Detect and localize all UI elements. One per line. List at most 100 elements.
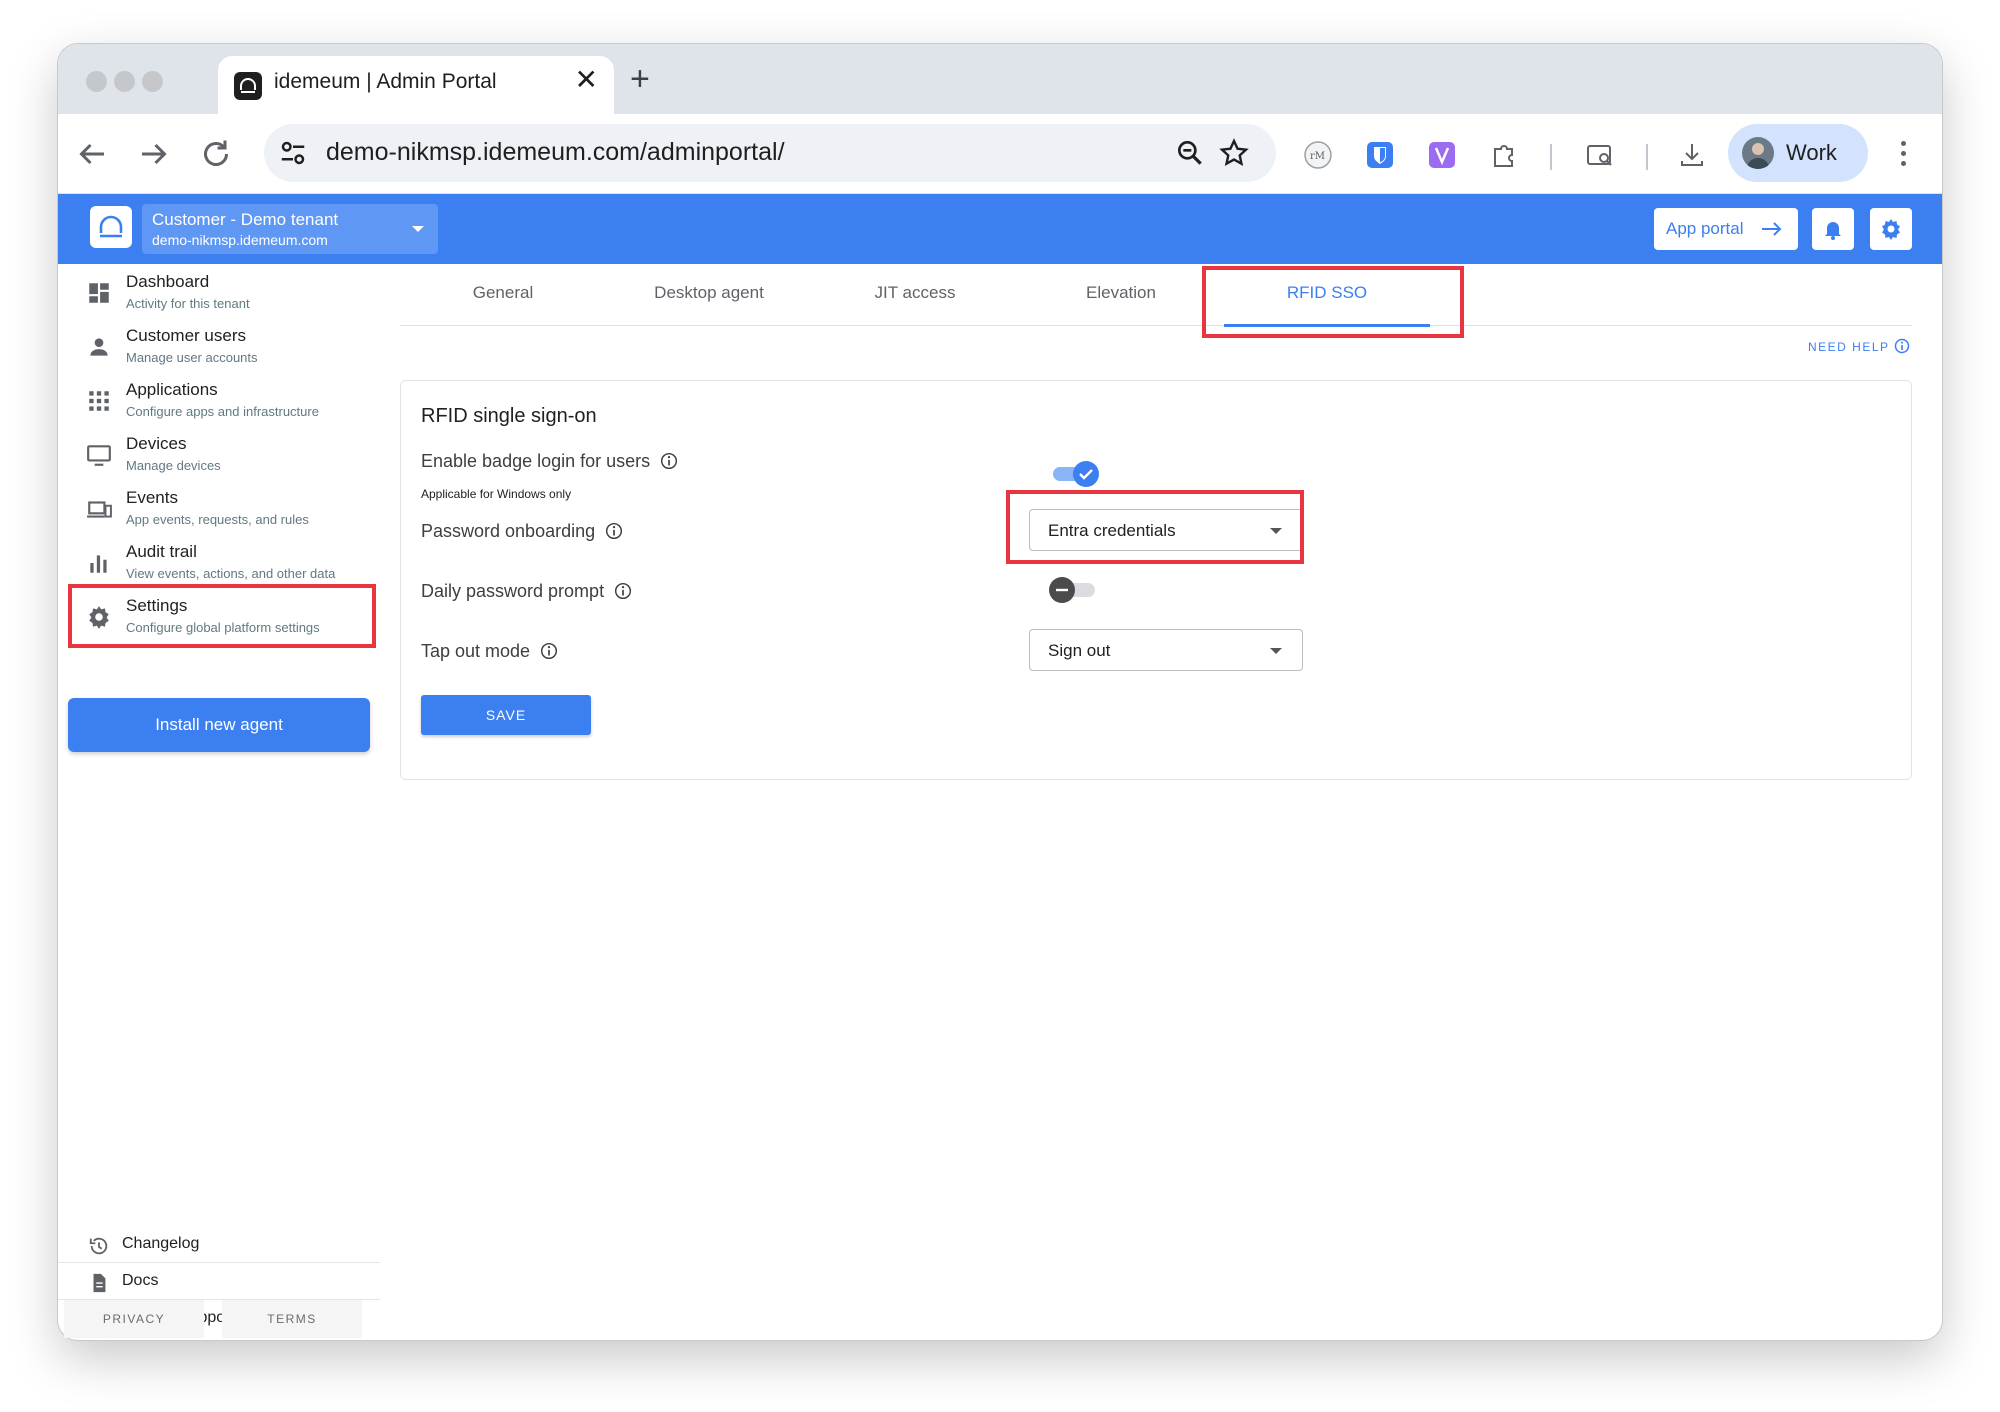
- sidebar-item-subtitle: Manage user accounts: [126, 350, 258, 365]
- back-arrow-icon[interactable]: [74, 136, 110, 172]
- tab-search-icon[interactable]: [1584, 139, 1616, 171]
- info-icon: [1894, 338, 1909, 354]
- gear-icon: [1882, 219, 1900, 240]
- rm-extension-icon[interactable]: rM: [1302, 139, 1334, 171]
- sidebar-item-title: Devices: [126, 434, 187, 453]
- history-icon: [89, 1237, 108, 1255]
- apps-grid-icon: [89, 391, 109, 411]
- arrow-right-icon: [1762, 222, 1782, 236]
- profile-button[interactable]: Work: [1728, 124, 1868, 182]
- tab-title: idemeum | Admin Portal: [274, 70, 497, 93]
- terms-link[interactable]: TERMS: [222, 1300, 362, 1338]
- sidebar-item-title: Customer users: [126, 326, 246, 345]
- tap-out-mode-select[interactable]: Sign out: [1029, 629, 1303, 671]
- bitwarden-extension-icon[interactable]: [1364, 139, 1396, 171]
- download-icon[interactable]: [1676, 139, 1708, 171]
- person-icon: [90, 338, 108, 356]
- bar-chart-icon: [90, 555, 107, 573]
- tenant-domain: demo-nikmsp.idemeum.com: [152, 232, 328, 248]
- notifications-button[interactable]: [1812, 208, 1854, 250]
- bell-icon: [1825, 222, 1841, 240]
- tab-general[interactable]: General: [400, 264, 606, 326]
- bookmark-star-icon[interactable]: [1218, 137, 1250, 169]
- sidebar-item-title: Dashboard: [126, 272, 210, 291]
- settings-button[interactable]: [1870, 208, 1912, 250]
- minimize-window-button[interactable]: [114, 71, 135, 92]
- zoom-icon[interactable]: [1174, 137, 1206, 169]
- enable-badge-login-label: Enable badge login for users: [421, 451, 678, 472]
- tenant-name: Customer - Demo tenant: [152, 210, 339, 229]
- url-text[interactable]: demo-nikmsp.idemeum.com/adminportal/: [326, 138, 785, 167]
- tap-out-mode-text: Tap out mode: [421, 641, 531, 661]
- tab-desktop-agent[interactable]: Desktop agent: [606, 264, 812, 326]
- devices-icon: [87, 501, 112, 518]
- enable-badge-login-sublabel: Applicable for Windows only: [421, 487, 572, 501]
- browser-window: idemeum | Admin Portal ✕ + demo-nikmsp.i…: [58, 44, 1942, 1340]
- sidebar-item-title: Audit trail: [126, 542, 197, 561]
- privacy-link[interactable]: PRIVACY: [64, 1300, 204, 1338]
- sidebar-item-subtitle: App events, requests, and rules: [126, 512, 309, 527]
- toggle-knob: [1073, 461, 1099, 487]
- browser-tab[interactable]: idemeum | Admin Portal ✕: [218, 56, 614, 114]
- info-icon[interactable]: [605, 522, 623, 540]
- daily-password-prompt-text: Daily password prompt: [421, 581, 605, 601]
- tab-elevation[interactable]: Elevation: [1018, 264, 1224, 326]
- password-onboarding-text: Password onboarding: [421, 521, 596, 541]
- tab-jit-access[interactable]: JIT access: [812, 264, 1018, 326]
- tab-close-icon[interactable]: ✕: [575, 66, 598, 94]
- document-icon: [93, 1273, 106, 1293]
- site-settings-icon[interactable]: [278, 138, 308, 168]
- app-portal-button[interactable]: App portal: [1654, 208, 1798, 250]
- info-icon[interactable]: [614, 582, 632, 600]
- sidebar-item-dashboard[interactable]: Dashboard Activity for this tenant: [72, 268, 368, 322]
- info-icon[interactable]: [540, 642, 558, 660]
- sidebar-item-events[interactable]: Events App events, requests, and rules: [72, 484, 368, 538]
- password-onboarding-label: Password onboarding: [421, 521, 623, 542]
- check-icon: [1079, 469, 1093, 480]
- sidebar-item-customer-users[interactable]: Customer users Manage user accounts: [72, 322, 368, 376]
- install-new-agent-button[interactable]: Install new agent: [68, 698, 370, 752]
- reload-icon[interactable]: [198, 136, 234, 172]
- chevron-down-icon: [412, 226, 424, 232]
- daily-password-prompt-label: Daily password prompt: [421, 581, 632, 602]
- sidebar-footer-changelog[interactable]: Changelog: [58, 1226, 380, 1263]
- minus-icon: [1056, 588, 1068, 592]
- browser-menu-icon[interactable]: [1898, 136, 1908, 172]
- toolbar-separator: [1646, 144, 1648, 170]
- sidebar-item-subtitle: View events, actions, and other data: [126, 566, 336, 581]
- v-extension-icon[interactable]: [1426, 139, 1458, 171]
- tap-out-mode-label: Tap out mode: [421, 641, 558, 662]
- sidebar-footer-docs[interactable]: Docs: [58, 1263, 380, 1300]
- settings-tabs: General Desktop agent JIT access Elevati…: [400, 264, 1912, 327]
- idemeum-logo-icon[interactable]: [90, 206, 132, 248]
- sidebar-item-title: Events: [126, 488, 178, 507]
- app-header: Customer - Demo tenant demo-nikmsp.ideme…: [58, 194, 1942, 264]
- browser-toolbar: demo-nikmsp.idemeum.com/adminportal/ rM …: [58, 114, 1942, 194]
- enable-badge-login-text: Enable badge login for users: [421, 451, 651, 471]
- footer-label: Docs: [122, 1272, 159, 1289]
- address-bar[interactable]: demo-nikmsp.idemeum.com/adminportal/: [264, 124, 1276, 182]
- extensions-puzzle-icon[interactable]: [1488, 139, 1520, 171]
- daily-password-prompt-toggle[interactable]: [1049, 575, 1101, 605]
- forward-arrow-icon[interactable]: [136, 136, 172, 172]
- need-help-link[interactable]: NEED HELP: [1808, 338, 1910, 354]
- new-tab-button[interactable]: +: [630, 62, 650, 96]
- close-window-button[interactable]: [86, 71, 107, 92]
- tab-strip: idemeum | Admin Portal ✕ +: [58, 44, 1942, 114]
- annotation-box-rfid-tab: [1202, 266, 1464, 338]
- need-help-label: NEED HELP: [1808, 340, 1890, 354]
- sidebar-item-subtitle: Manage devices: [126, 458, 221, 473]
- maximize-window-button[interactable]: [142, 71, 163, 92]
- profile-label: Work: [1786, 140, 1837, 165]
- tenant-selector[interactable]: Customer - Demo tenant demo-nikmsp.ideme…: [142, 204, 438, 254]
- sidebar-item-applications[interactable]: Applications Configure apps and infrastr…: [72, 376, 368, 430]
- svg-text:rM: rM: [1310, 151, 1325, 162]
- monitor-icon: [87, 445, 111, 466]
- sidebar-item-devices[interactable]: Devices Manage devices: [72, 430, 368, 484]
- enable-badge-login-toggle[interactable]: [1049, 459, 1101, 489]
- sidebar-item-subtitle: Activity for this tenant: [126, 296, 250, 311]
- info-icon[interactable]: [660, 452, 678, 470]
- save-button[interactable]: SAVE: [421, 695, 591, 735]
- footer-label: Changelog: [122, 1235, 200, 1252]
- sidebar-item-title: Applications: [126, 380, 218, 399]
